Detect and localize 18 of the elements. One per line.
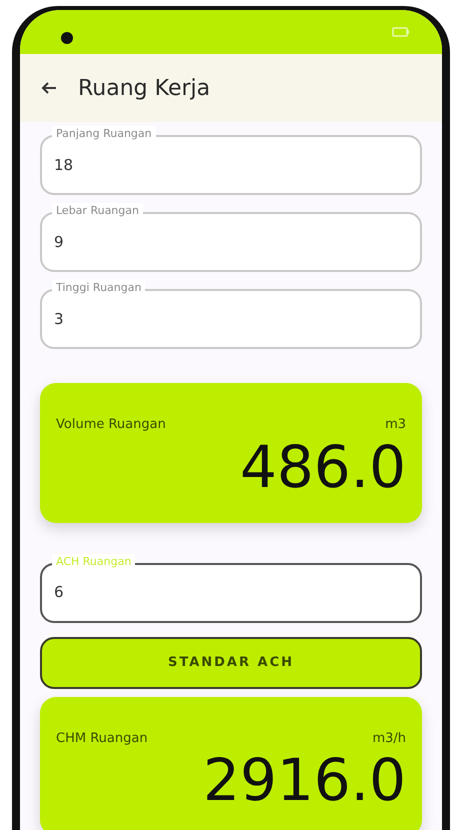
card-label: Volume Ruangan — [56, 416, 166, 434]
field-label: Lebar Ruangan — [52, 203, 143, 219]
result-value: 486.0 — [240, 434, 406, 498]
field-label: Tinggi Ruangan — [52, 280, 146, 296]
field-label: Panjang Ruangan — [52, 126, 156, 142]
field-value: 18 — [54, 154, 74, 176]
unit-label: m3/h — [372, 730, 406, 748]
standard-button[interactable]: STANDAR ACH — [40, 636, 422, 688]
field-label: ACH Ruangan — [52, 554, 136, 570]
result-value: 2916.0 — [203, 748, 406, 812]
battery-icon — [392, 27, 410, 37]
field-value: 6 — [54, 582, 64, 604]
screen-title: Ruang Kerja — [78, 74, 210, 102]
camera-icon — [60, 31, 74, 45]
card-label: CHM Ruangan — [56, 730, 148, 748]
unit-label: m3 — [385, 416, 406, 434]
field-value: 9 — [54, 232, 64, 253]
field-value: 3 — [54, 308, 64, 330]
